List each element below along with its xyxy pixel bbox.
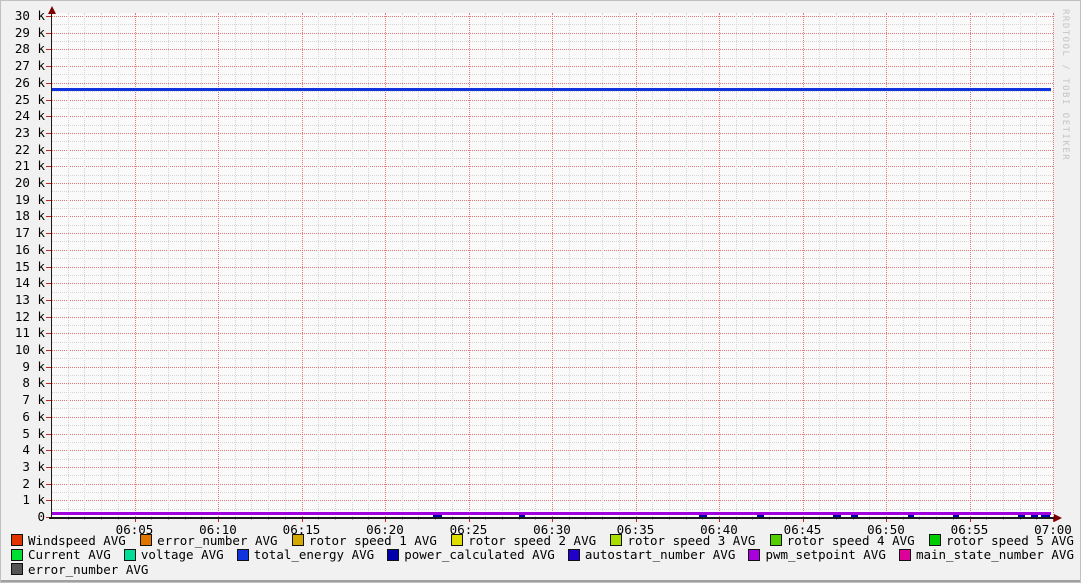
legend-color-swatch xyxy=(11,549,23,561)
legend-item: rotor speed 4 AVG xyxy=(770,534,915,547)
y-axis-label: 28 k xyxy=(5,42,45,56)
legend-row: Windspeed AVG error_number AVG rotor speed… xyxy=(11,533,1074,547)
y-axis-label: 5 k xyxy=(5,427,45,441)
legend-color-swatch xyxy=(770,534,782,546)
legend-item-label: power_calculated AVG xyxy=(404,548,555,561)
legend-color-swatch xyxy=(748,549,760,561)
legend-color-swatch xyxy=(568,549,580,561)
y-axis-label: 29 k xyxy=(5,26,45,40)
y-axis-label: 30 k xyxy=(5,9,45,23)
x-axis-line xyxy=(49,517,1055,519)
y-axis-label: 13 k xyxy=(5,293,45,307)
legend-item: rotor speed 2 AVG xyxy=(451,534,596,547)
watermark-text: RRDTOOL / TOBI OETIKER xyxy=(1060,9,1070,161)
y-axis-label: 12 k xyxy=(5,310,45,324)
pwm-setpoint-line xyxy=(51,512,1051,515)
legend-color-swatch xyxy=(292,534,304,546)
legend-item: rotor speed 5 AVG xyxy=(929,534,1074,547)
legend-item-label: autostart_number AVG xyxy=(585,548,736,561)
legend-item-label: voltage AVG xyxy=(141,548,224,561)
legend-item: voltage AVG xyxy=(124,548,224,561)
legend-item: error_number AVG xyxy=(11,563,148,576)
x-axis-arrow-icon xyxy=(1054,514,1062,522)
y-axis-label: 16 k xyxy=(5,243,45,257)
legend-color-swatch xyxy=(237,549,249,561)
legend-item: autostart_number AVG xyxy=(568,548,736,561)
y-axis-label: 25 k xyxy=(5,93,45,107)
legend-color-swatch xyxy=(610,534,622,546)
legend-row: Current AVG voltage AVG total_energy AVG po… xyxy=(11,548,1074,562)
legend-item: Windspeed AVG xyxy=(11,534,126,547)
legend-item: main_state_number AVG xyxy=(899,548,1074,561)
legend-item-label: error_number AVG xyxy=(157,534,277,547)
y-axis-arrow-icon xyxy=(48,6,56,14)
legend-color-swatch xyxy=(124,549,136,561)
y-axis-label: 17 k xyxy=(5,226,45,240)
y-axis-label: 0 xyxy=(5,510,45,524)
y-axis-label: 14 k xyxy=(5,276,45,290)
legend-color-swatch xyxy=(11,534,23,546)
legend-item: rotor speed 1 AVG xyxy=(292,534,437,547)
y-axis-label: 9 k xyxy=(5,360,45,374)
y-axis-label: 24 k xyxy=(5,109,45,123)
y-axis-label: 1 k xyxy=(5,493,45,507)
legend-item-label: rotor speed 3 AVG xyxy=(627,534,755,547)
y-axis-label: 6 k xyxy=(5,410,45,424)
legend-item: rotor speed 3 AVG xyxy=(610,534,755,547)
legend-row: error_number AVG xyxy=(11,562,1074,576)
legend-color-swatch xyxy=(899,549,911,561)
legend-item-label: pwm_setpoint AVG xyxy=(765,548,885,561)
y-axis-label: 23 k xyxy=(5,126,45,140)
y-axis-label: 27 k xyxy=(5,59,45,73)
legend-item: error_number AVG xyxy=(140,534,277,547)
legend-color-swatch xyxy=(387,549,399,561)
legend-color-swatch xyxy=(929,534,941,546)
y-axis-label: 26 k xyxy=(5,76,45,90)
y-axis-label: 7 k xyxy=(5,393,45,407)
rrdtool-graph: 0 1 k 2 k 3 k 4 k 5 k 6 k 7 k 8 k 9 k 10 k 11 k 12 k… xyxy=(0,0,1081,583)
y-axis-label: 20 k xyxy=(5,176,45,190)
legend-item-label: Windspeed AVG xyxy=(28,534,126,547)
y-axis-label: 2 k xyxy=(5,477,45,491)
legend-item: power_calculated AVG xyxy=(387,548,555,561)
x-major-gridline xyxy=(1053,13,1054,517)
y-axis-line xyxy=(51,9,52,519)
y-axis-label: 11 k xyxy=(5,326,45,340)
legend-item-label: rotor speed 5 AVG xyxy=(946,534,1074,547)
y-axis-label: 3 k xyxy=(5,460,45,474)
legend-item-label: main_state_number AVG xyxy=(916,548,1074,561)
total-energy-line xyxy=(51,88,1051,91)
y-axis-label: 18 k xyxy=(5,209,45,223)
legend-item-label: Current AVG xyxy=(28,548,111,561)
legend-item: total_energy AVG xyxy=(237,548,374,561)
legend-item-label: rotor speed 1 AVG xyxy=(309,534,437,547)
y-axis-label: 8 k xyxy=(5,376,45,390)
legend: Windspeed AVG error_number AVG rotor speed… xyxy=(11,533,1074,577)
legend-color-swatch xyxy=(11,563,23,575)
legend-item-label: rotor speed 4 AVG xyxy=(787,534,915,547)
legend-item-label: error_number AVG xyxy=(28,563,148,576)
y-axis-label: 4 k xyxy=(5,443,45,457)
legend-color-swatch xyxy=(140,534,152,546)
legend-item: Current AVG xyxy=(11,548,111,561)
legend-item-label: rotor speed 2 AVG xyxy=(468,534,596,547)
y-axis-label: 15 k xyxy=(5,260,45,274)
legend-item: pwm_setpoint AVG xyxy=(748,548,885,561)
y-axis-label: 19 k xyxy=(5,193,45,207)
y-axis-label: 10 k xyxy=(5,343,45,357)
y-axis-label: 22 k xyxy=(5,143,45,157)
y-axis-label: 21 k xyxy=(5,159,45,173)
legend-color-swatch xyxy=(451,534,463,546)
legend-item-label: total_energy AVG xyxy=(254,548,374,561)
